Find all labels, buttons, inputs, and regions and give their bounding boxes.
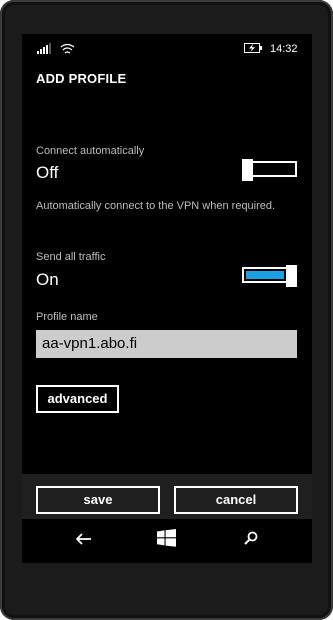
battery-charging-icon (244, 43, 262, 53)
send-all-traffic-label: Send all traffic (36, 251, 106, 263)
navigation-bar (22, 519, 312, 563)
search-icon[interactable] (244, 531, 258, 545)
connect-automatically-toggle[interactable] (242, 159, 297, 181)
page-title: ADD PROFILE (36, 71, 127, 86)
status-bar: 14:32 (22, 34, 312, 62)
connect-automatically-value: Off (36, 163, 59, 182)
send-all-traffic-value: On (36, 270, 59, 289)
toggle-thumb (242, 159, 253, 181)
wifi-icon (60, 43, 75, 54)
toggle-fill (246, 271, 284, 279)
advanced-button[interactable]: advanced (36, 385, 119, 413)
connect-automatically-description: Automatically connect to the VPN when re… (36, 200, 276, 212)
windows-start-icon[interactable] (157, 529, 176, 547)
toggle-thumb (286, 265, 297, 287)
cancel-button[interactable]: cancel (174, 486, 298, 514)
signal-icon (37, 43, 51, 54)
phone-screen: 14:32 ADD PROFILE Connect automatically … (22, 34, 312, 563)
profile-name-label: Profile name (36, 311, 98, 323)
profile-name-input[interactable] (36, 330, 297, 358)
connect-automatically-label: Connect automatically (36, 145, 145, 157)
status-time: 14:32 (270, 43, 298, 55)
send-all-traffic-toggle[interactable] (242, 265, 297, 287)
back-icon[interactable] (76, 533, 92, 545)
phone-frame: 14:32 ADD PROFILE Connect automatically … (0, 0, 333, 620)
save-button[interactable]: save (36, 486, 160, 514)
app-bar: save cancel (22, 474, 312, 519)
